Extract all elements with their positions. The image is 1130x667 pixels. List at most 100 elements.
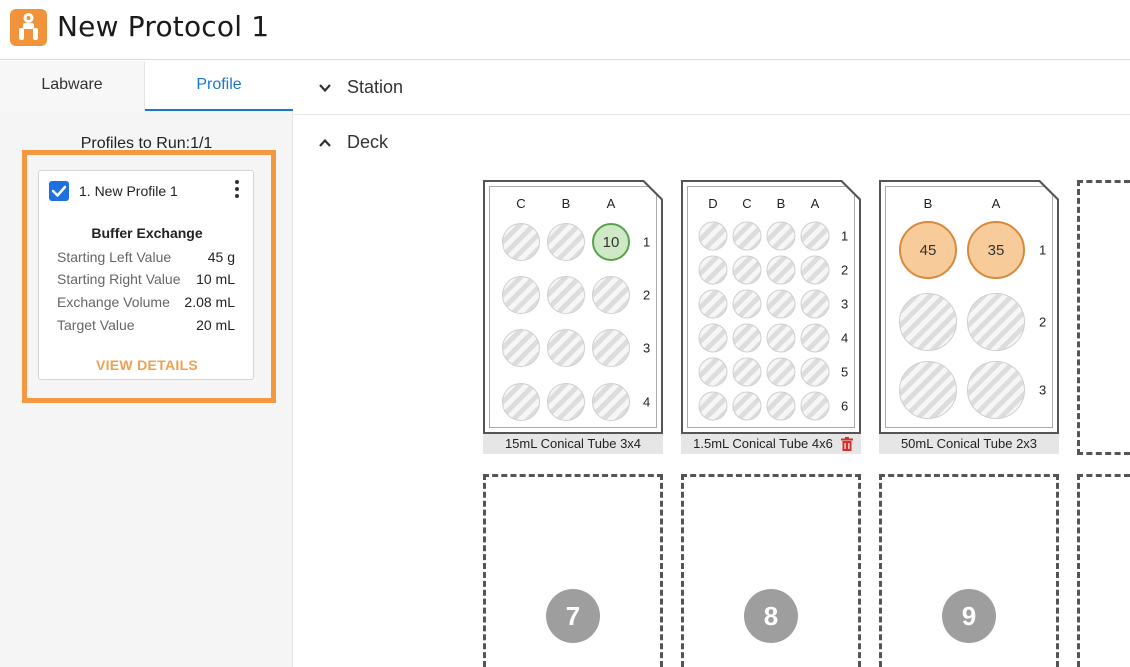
column-label: B: [923, 196, 933, 211]
well-C2[interactable]: [502, 276, 540, 314]
left-panel: Labware Profile Profiles to Run:1/1 1. N…: [0, 61, 293, 667]
well-C2[interactable]: [732, 255, 762, 285]
column-label: D: [708, 196, 718, 211]
chevron-down-icon: [319, 84, 331, 93]
well-value: 35: [987, 241, 1005, 259]
well-D4[interactable]: [698, 323, 728, 353]
well-C4[interactable]: [732, 323, 762, 353]
more-vert-icon[interactable]: [233, 179, 241, 201]
well-B4[interactable]: [766, 323, 796, 353]
well-B3[interactable]: [766, 289, 796, 319]
well-C6[interactable]: [732, 391, 762, 421]
column-label: A: [606, 196, 616, 211]
well-D1[interactable]: [698, 221, 728, 251]
well-A1[interactable]: 35: [967, 221, 1025, 279]
well-D6[interactable]: [698, 391, 728, 421]
profile-card[interactable]: 1. New Profile 1 Buffer Exchange Startin…: [38, 170, 254, 380]
deck-slot-empty[interactable]: [1077, 474, 1130, 667]
well-B4[interactable]: [547, 383, 585, 421]
well-A5[interactable]: [800, 357, 830, 387]
field-value: 10 mL: [196, 271, 235, 287]
labware-label: 15mL Conical Tube 3x4: [483, 434, 663, 454]
labware-plate: C B A 1 2 3 4 10: [483, 180, 663, 434]
well-A1[interactable]: [800, 221, 830, 251]
well-B3[interactable]: [547, 329, 585, 367]
panel-tabs: Labware Profile: [0, 61, 293, 111]
deck-slot-9[interactable]: 9: [879, 474, 1059, 667]
well-A4[interactable]: [592, 383, 630, 421]
well-B1[interactable]: [766, 221, 796, 251]
app-header: New Protocol 1: [0, 0, 1130, 60]
well-C1[interactable]: [732, 221, 762, 251]
well-A3[interactable]: [800, 289, 830, 319]
row-label: 6: [841, 398, 849, 414]
labware-15ml-conical-3x4[interactable]: C B A 1 2 3 4 10 15mL Conical Tube 3x4: [483, 180, 663, 454]
row-label: 2: [643, 287, 651, 303]
well-A6[interactable]: [800, 391, 830, 421]
row-label: 3: [1039, 382, 1047, 398]
well-B1[interactable]: 45: [899, 221, 957, 279]
chevron-up-icon: [319, 138, 331, 147]
row-label: 5: [841, 364, 849, 380]
well-A1[interactable]: 10: [592, 223, 630, 261]
section-station-label: Station: [347, 77, 404, 97]
well-B2[interactable]: [766, 255, 796, 285]
well-value: 45: [919, 241, 937, 259]
profile-checkbox[interactable]: [49, 181, 69, 201]
trash-icon[interactable]: [841, 437, 853, 451]
labware-50ml-conical-2x3[interactable]: B A 1 2 3 45 35 50mL Conical Tube 2x3: [879, 180, 1059, 454]
well-C5[interactable]: [732, 357, 762, 387]
row-label: 1: [1039, 242, 1047, 258]
well-B2[interactable]: [547, 276, 585, 314]
plate-corner-notch: [839, 180, 861, 202]
row-label: 1: [643, 234, 651, 250]
column-label: A: [810, 196, 820, 211]
labware-label: 1.5mL Conical Tube 4x6: [681, 434, 861, 454]
field-value: 45 g: [207, 249, 235, 265]
section-station[interactable]: Station: [293, 61, 1130, 115]
row-label: 1: [841, 228, 849, 244]
well-D3[interactable]: [698, 289, 728, 319]
well-C3[interactable]: [732, 289, 762, 319]
labware-1-5ml-conical-4x6[interactable]: D C B A 1 2 3 4 5 6 1.5mL Conical Tube 4x6: [681, 180, 861, 454]
view-details-button[interactable]: VIEW DETAILS: [39, 357, 255, 373]
well-A2[interactable]: [967, 293, 1025, 351]
field-label: Target Value: [57, 317, 135, 333]
well-B1[interactable]: [547, 223, 585, 261]
well-A3[interactable]: [967, 361, 1025, 419]
field-value: 20 mL: [196, 317, 235, 333]
well-B3[interactable]: [899, 361, 957, 419]
deck-slot-empty[interactable]: [1077, 180, 1130, 455]
well-A4[interactable]: [800, 323, 830, 353]
row-label: 4: [643, 394, 651, 410]
deck-slot-7[interactable]: 7: [483, 474, 663, 667]
tab-labware[interactable]: Labware: [0, 61, 145, 111]
slot-number-badge: 8: [744, 589, 798, 643]
well-B5[interactable]: [766, 357, 796, 387]
column-label: B: [776, 196, 786, 211]
tab-profile[interactable]: Profile: [145, 61, 293, 111]
slot-number-badge: 7: [546, 589, 600, 643]
well-D5[interactable]: [698, 357, 728, 387]
field-label: Starting Left Value: [57, 249, 172, 265]
labware-plate: B A 1 2 3 45 35: [879, 180, 1059, 434]
labware-label: 50mL Conical Tube 2x3: [879, 434, 1059, 454]
well-A3[interactable]: [592, 329, 630, 367]
well-value: 10: [602, 233, 620, 251]
plate-corner-notch: [641, 180, 663, 202]
well-A2[interactable]: [592, 276, 630, 314]
field-label: Exchange Volume: [57, 294, 170, 310]
profile-type: Buffer Exchange: [91, 225, 203, 241]
row-label: 4: [841, 330, 849, 346]
well-B2[interactable]: [899, 293, 957, 351]
well-C4[interactable]: [502, 383, 540, 421]
well-A2[interactable]: [800, 255, 830, 285]
profile-name: 1. New Profile 1: [79, 183, 178, 199]
well-C1[interactable]: [502, 223, 540, 261]
well-B6[interactable]: [766, 391, 796, 421]
well-D2[interactable]: [698, 255, 728, 285]
well-C3[interactable]: [502, 329, 540, 367]
deck-slot-8[interactable]: 8: [681, 474, 861, 667]
section-deck[interactable]: Deck: [293, 116, 1130, 170]
check-icon: [51, 185, 67, 197]
